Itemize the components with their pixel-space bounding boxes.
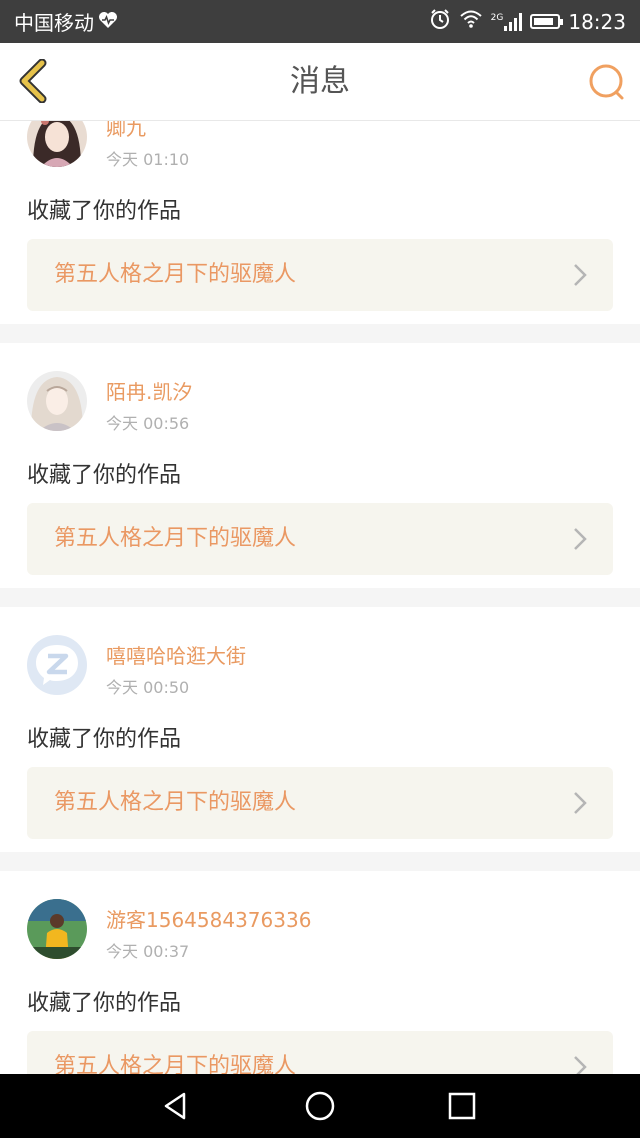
message-item: 陌冉.凯汐 今天 00:56 收藏了你的作品 第五人格之月下的驱魔人 — [0, 343, 640, 588]
chevron-right-icon — [574, 264, 587, 286]
clock: 18:23 — [568, 9, 626, 34]
chevron-right-icon — [574, 792, 587, 814]
chevron-right-icon — [574, 1056, 587, 1074]
separator — [0, 324, 640, 343]
timestamp: 今天 00:37 — [106, 942, 190, 961]
action-text: 收藏了你的作品 — [27, 727, 182, 752]
message-list-viewport[interactable]: 卿九 今天 01:10 收藏了你的作品 第五人格之月下的驱魔人 陌冉.凯汐 今天… — [0, 120, 640, 1074]
alarm-icon — [429, 8, 451, 35]
header-bar: 消息 — [0, 43, 640, 121]
avatar[interactable] — [27, 899, 87, 959]
page-title: 消息 — [290, 64, 350, 99]
work-link[interactable]: 第五人格之月下的驱魔人 — [27, 239, 613, 311]
separator — [0, 588, 640, 607]
username[interactable]: 卿九 — [106, 120, 146, 141]
carrier-name: 中国移动 — [14, 11, 94, 35]
action-text: 收藏了你的作品 — [27, 463, 182, 488]
message-item: 卿九 今天 01:10 收藏了你的作品 第五人格之月下的驱魔人 — [0, 120, 640, 324]
search-button[interactable] — [588, 63, 626, 101]
action-text: 收藏了你的作品 — [27, 199, 182, 224]
heart-icon — [98, 10, 118, 34]
username[interactable]: 陌冉.凯汐 — [106, 376, 192, 405]
work-link[interactable]: 第五人格之月下的驱魔人 — [27, 1031, 613, 1074]
work-title: 第五人格之月下的驱魔人 — [54, 790, 297, 815]
nav-back-button[interactable] — [160, 1090, 192, 1122]
avatar[interactable] — [27, 120, 87, 167]
square-recents-icon — [448, 1092, 476, 1120]
chevron-right-icon — [574, 528, 587, 550]
timestamp: 今天 01:10 — [106, 150, 190, 169]
battery-icon — [530, 14, 564, 29]
message-item: 嘻嘻哈哈逛大街 今天 00:50 收藏了你的作品 第五人格之月下的驱魔人 — [0, 607, 640, 852]
avatar[interactable] — [27, 371, 87, 431]
work-title: 第五人格之月下的驱魔人 — [54, 526, 297, 551]
username[interactable]: 游客1564584376336 — [106, 904, 311, 933]
nav-recents-button[interactable] — [446, 1090, 478, 1122]
work-title: 第五人格之月下的驱魔人 — [54, 262, 297, 287]
avatar[interactable] — [27, 635, 87, 695]
circle-home-icon — [305, 1091, 335, 1121]
message-list: 卿九 今天 01:10 收藏了你的作品 第五人格之月下的驱魔人 陌冉.凯汐 今天… — [0, 120, 640, 1074]
action-text: 收藏了你的作品 — [27, 991, 182, 1016]
triangle-back-icon — [164, 1092, 186, 1120]
work-link[interactable]: 第五人格之月下的驱魔人 — [27, 767, 613, 839]
status-bar: 中国移动 2G 18:23 — [0, 0, 640, 43]
work-link[interactable]: 第五人格之月下的驱魔人 — [27, 503, 613, 575]
nav-home-button[interactable] — [304, 1090, 336, 1122]
network-type: 2G — [490, 12, 504, 23]
separator — [0, 852, 640, 871]
work-title: 第五人格之月下的驱魔人 — [54, 1054, 297, 1074]
timestamp: 今天 00:50 — [106, 678, 190, 697]
wifi-icon — [459, 9, 483, 34]
message-item: 游客1564584376336 今天 00:37 收藏了你的作品 第五人格之月下… — [0, 871, 640, 1074]
system-nav-bar — [0, 1074, 640, 1138]
timestamp: 今天 00:56 — [106, 414, 190, 433]
username[interactable]: 嘻嘻哈哈逛大街 — [106, 640, 246, 669]
search-icon — [589, 64, 624, 100]
signal-icon — [504, 12, 523, 31]
